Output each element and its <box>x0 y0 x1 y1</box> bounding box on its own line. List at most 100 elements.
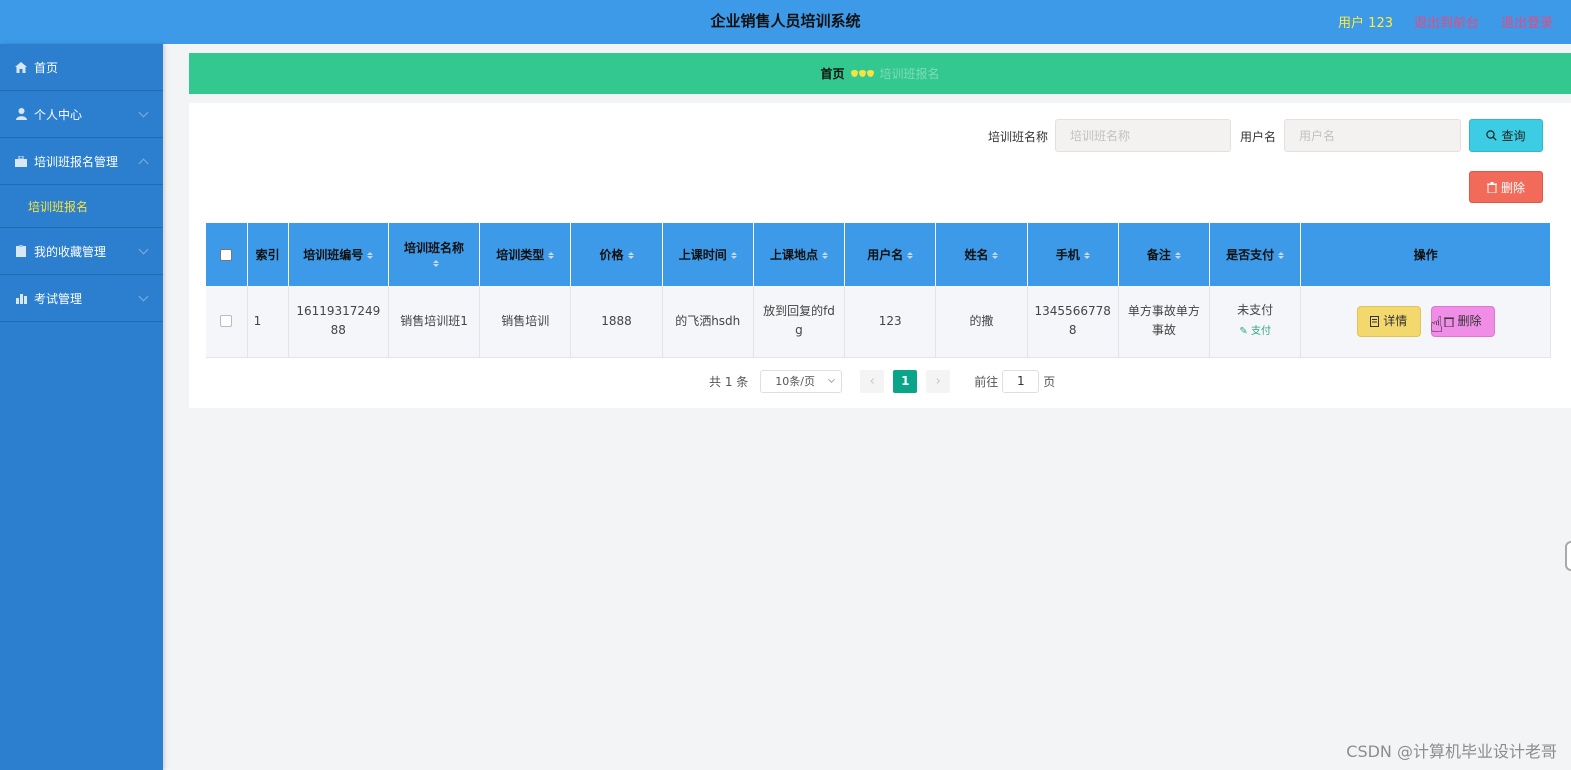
page-size-value: 10条/页 <box>775 375 815 388</box>
cell-remark: 单方事故单方事故 <box>1118 286 1211 358</box>
sort-icon[interactable] <box>628 252 634 259</box>
cell-name: 的撒 <box>935 286 1028 358</box>
column-header-class-no[interactable]: 培训班编号 <box>288 223 389 286</box>
sidebar-item-home[interactable]: 首页 <box>0 44 163 91</box>
row-delete-label: 删除 <box>1457 313 1482 328</box>
sidebar-item-label: 培训班报名管理 <box>34 154 119 169</box>
sidebar-item-label: 首页 <box>34 60 59 75</box>
chevron-left-icon: ‹ <box>869 373 875 389</box>
cell-price: 1888 <box>570 286 663 358</box>
cell-class-time: 的飞洒hsdh <box>662 286 754 358</box>
page-number-current[interactable]: 1 <box>893 369 918 393</box>
sort-icon[interactable] <box>1175 252 1181 259</box>
user-icon <box>14 108 28 120</box>
table-row: 1 1611931724988 销售培训班1 销售培训 1888 的飞洒hsdh… <box>206 286 1551 358</box>
cell-class-no: 1611931724988 <box>288 286 389 358</box>
breadcrumb: 首页 培训班报名 <box>189 53 1571 94</box>
sort-icon[interactable] <box>433 260 439 267</box>
search-icon <box>1486 130 1498 141</box>
sort-icon[interactable] <box>907 252 913 259</box>
cell-class-type: 销售培训 <box>479 286 572 358</box>
cell-pay-status: 未支付 ✎ 支付 <box>1209 286 1302 358</box>
goto-page-input[interactable] <box>1002 369 1040 393</box>
sort-icon[interactable] <box>367 252 373 259</box>
sort-icon[interactable] <box>548 252 554 259</box>
cell-location: 放到回复的fdg <box>753 286 846 358</box>
signup-table: 索引 培训班编号 培训班名称 培训类型 价格 上课时间 上课地点 用户名 姓名 … <box>206 223 1551 358</box>
sidebar-item-class-signup-management[interactable]: 培训班报名管理 <box>0 138 163 185</box>
column-header-pay-status[interactable]: 是否支付 <box>1209 223 1302 286</box>
chevron-down-icon <box>138 244 149 255</box>
exit-to-front-link[interactable]: 退出到前台 <box>1414 12 1479 31</box>
column-header-phone[interactable]: 手机 <box>1027 223 1119 286</box>
column-header-class-name[interactable]: 培训班名称 <box>388 223 481 286</box>
class-name-search-input[interactable] <box>1055 119 1231 152</box>
sort-icon[interactable] <box>731 252 737 259</box>
pay-link-label: 支付 <box>1250 326 1271 338</box>
sidebar-item-personal-center[interactable]: 个人中心 <box>0 91 163 138</box>
select-all-checkbox[interactable] <box>220 249 233 261</box>
chevron-down-icon <box>138 291 149 302</box>
edit-icon: ✎ <box>1239 326 1248 338</box>
sidebar-item-favorites-management[interactable]: 我的收藏管理 <box>0 228 163 275</box>
sidebar-subitem-label: 培训班报名 <box>28 199 89 214</box>
pagination: 共 1 条 10条/页 ‹ 1 › 前往 页 <box>709 369 1055 393</box>
goto-label: 前往 <box>974 374 999 389</box>
column-header-price[interactable]: 价格 <box>570 223 663 286</box>
pay-link[interactable]: ✎ 支付 <box>1216 322 1294 341</box>
cell-phone: 13455667788 <box>1027 286 1119 358</box>
select-all-cell[interactable] <box>206 223 248 286</box>
column-header-index: 索引 <box>247 223 289 286</box>
row-checkbox[interactable] <box>220 315 233 328</box>
column-header-class-time[interactable]: 上课时间 <box>662 223 754 286</box>
cell-actions: 详情 删除 <box>1300 286 1551 358</box>
current-user-label: 用户 123 <box>1338 16 1393 31</box>
column-header-location[interactable]: 上课地点 <box>753 223 846 286</box>
query-button-label: 查询 <box>1501 129 1526 143</box>
sort-icon[interactable] <box>1084 252 1090 259</box>
column-header-class-type[interactable]: 培训类型 <box>479 223 572 286</box>
home-icon <box>14 61 28 73</box>
next-page-button[interactable]: › <box>926 369 951 393</box>
document-icon <box>1370 315 1380 327</box>
watermark: CSDN @计算机毕业设计老哥 <box>1346 742 1557 761</box>
breadcrumb-current: 培训班报名 <box>879 67 940 81</box>
username-search-input[interactable] <box>1284 119 1461 152</box>
cell-class-name: 销售培训班1 <box>388 286 481 358</box>
chevron-up-icon <box>138 158 149 169</box>
sort-icon[interactable] <box>992 252 998 259</box>
prev-page-button[interactable]: ‹ <box>860 369 885 393</box>
sort-icon[interactable] <box>1278 252 1284 259</box>
logout-link[interactable]: 退出登录 <box>1501 12 1553 31</box>
breadcrumb-home[interactable]: 首页 <box>820 65 844 82</box>
column-header-name[interactable]: 姓名 <box>935 223 1028 286</box>
query-button[interactable]: 查询 <box>1469 119 1543 152</box>
main-panel: 培训班名称 用户名 查询 删除 索引 培训班编号 培训班名称 培训类型 价格 上… <box>189 103 1571 408</box>
detail-button[interactable]: 详情 <box>1356 305 1421 337</box>
top-bar: 企业销售人员培训系统 用户 123 退出到前台 退出登录 <box>0 0 1571 44</box>
briefcase-icon <box>14 155 28 167</box>
sidebar: 首页 个人中心 培训班报名管理 培训班报名 我的收藏管理 考试管理 <box>0 44 163 770</box>
batch-delete-button[interactable]: 删除 <box>1469 171 1543 203</box>
batch-delete-label: 删除 <box>1500 180 1525 195</box>
clipboard-icon <box>14 245 28 257</box>
username-label: 用户名 <box>1240 130 1277 144</box>
cell-username: 123 <box>844 286 937 358</box>
chevron-right-icon: › <box>935 373 941 389</box>
sidebar-item-label: 我的收藏管理 <box>34 244 107 259</box>
breadcrumb-separator-icon <box>850 70 874 77</box>
page-suffix: 页 <box>1043 374 1056 389</box>
chevron-down-icon <box>138 107 149 118</box>
chevron-down-icon <box>828 375 836 384</box>
sidebar-item-exam-management[interactable]: 考试管理 <box>0 275 163 322</box>
row-select-cell[interactable] <box>206 286 248 358</box>
hand-cursor-icon: ☝ <box>1430 313 1444 338</box>
column-header-username[interactable]: 用户名 <box>844 223 937 286</box>
sidebar-subitem-class-signup[interactable]: 培训班报名 <box>0 185 163 228</box>
floating-handle[interactable] <box>1565 541 1571 571</box>
column-header-remark[interactable]: 备注 <box>1118 223 1211 286</box>
page-size-select[interactable]: 10条/页 <box>760 369 843 393</box>
pagination-total: 共 1 条 <box>709 374 749 389</box>
sort-icon[interactable] <box>822 252 828 259</box>
trash-icon <box>1486 181 1497 193</box>
